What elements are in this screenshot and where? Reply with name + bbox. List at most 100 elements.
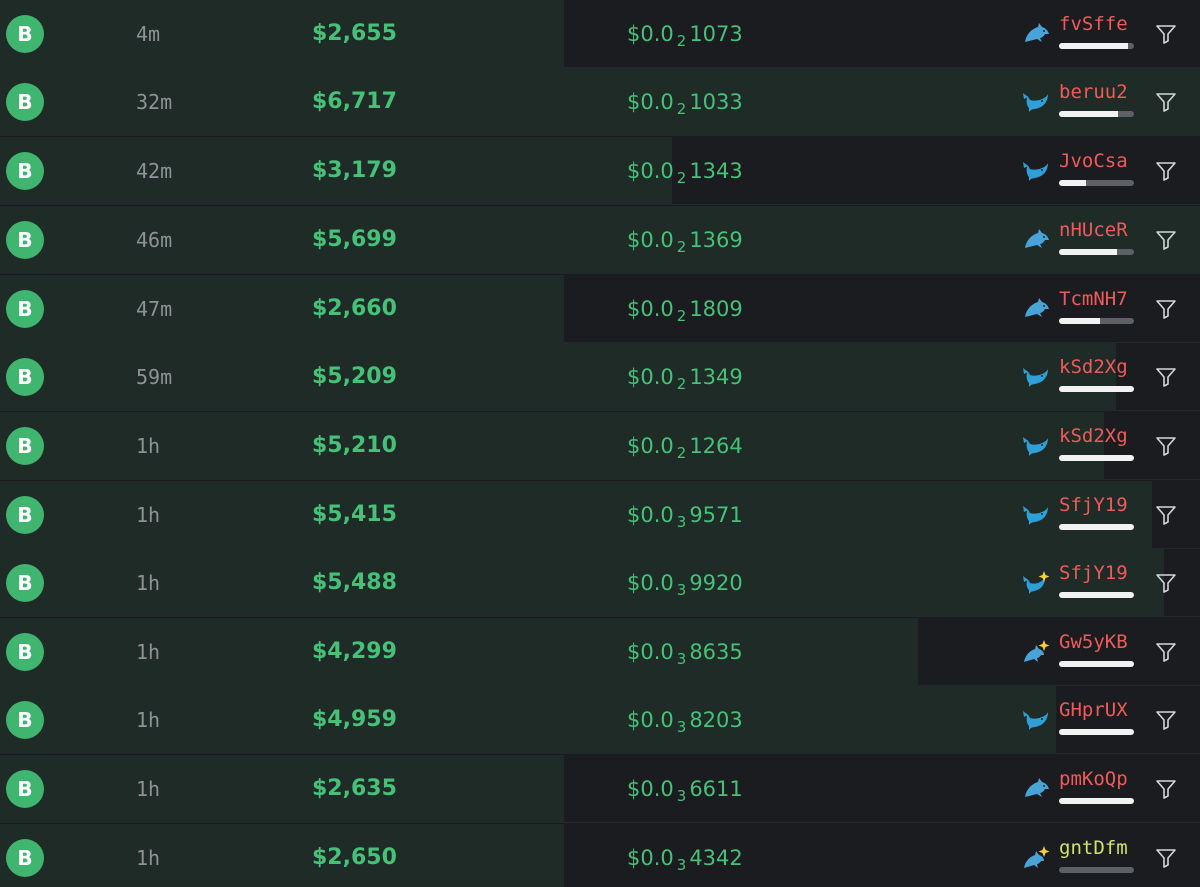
- row-divider: [0, 135, 1200, 136]
- sparkle-whale-icon: [1022, 571, 1050, 595]
- row-divider: [0, 204, 1200, 205]
- filter-icon[interactable]: [1155, 160, 1177, 182]
- maker-holding-meter: [1059, 798, 1134, 804]
- maker-address-link[interactable]: SfjY19: [1059, 562, 1128, 584]
- row-divider: [0, 753, 1200, 754]
- maker-address-link[interactable]: pmKoQp: [1059, 768, 1128, 790]
- filter-icon[interactable]: [1155, 641, 1177, 663]
- table-row[interactable]: B 1h $5,210 $0.0 2 1264 kSd2Xg: [0, 412, 1200, 480]
- token-price: $0.0 2 1343: [627, 137, 743, 205]
- filter-icon[interactable]: [1155, 366, 1177, 388]
- filter-icon[interactable]: [1155, 572, 1177, 594]
- price-zero-count: 2: [676, 100, 687, 118]
- maker-address-link[interactable]: Gw5yKB: [1059, 631, 1128, 653]
- token-price: $0.0 3 8635: [627, 618, 743, 686]
- token-price: $0.0 2 1073: [627, 0, 743, 68]
- trades-table: B 4m $2,655 $0.0 2 1073 fvSffe B 32m $6,717 $0.0 2 1…: [0, 0, 1200, 887]
- table-row[interactable]: B 1h $5,488 $0.0 3 9920 SfjY19: [0, 549, 1200, 617]
- buy-badge: B: [6, 221, 44, 259]
- maker-holding-meter: [1059, 180, 1134, 186]
- whale-icon: [1022, 365, 1050, 389]
- volume-bar: [0, 68, 1200, 136]
- buy-badge: B: [6, 427, 44, 465]
- trade-age: 32m: [136, 90, 173, 114]
- filter-icon[interactable]: [1155, 298, 1177, 320]
- volume-bar: [0, 549, 1164, 617]
- maker-holding-meter: [1059, 318, 1134, 324]
- whale-icon: [1022, 708, 1050, 732]
- filter-icon[interactable]: [1155, 778, 1177, 800]
- row-divider: [0, 273, 1200, 274]
- trade-value-usd: $4,959: [312, 707, 397, 732]
- table-row[interactable]: B 46m $5,699 $0.0 2 1369 nHUceR: [0, 206, 1200, 274]
- dolphin-icon: [1022, 22, 1050, 46]
- price-digits: 1369: [689, 228, 743, 252]
- maker-holding-meter-fill: [1059, 661, 1134, 667]
- filter-icon[interactable]: [1155, 91, 1177, 113]
- maker-holding-meter-fill: [1059, 524, 1134, 530]
- table-row[interactable]: B 32m $6,717 $0.0 2 1033 beruu2: [0, 68, 1200, 136]
- maker-address-link[interactable]: nHUceR: [1059, 219, 1128, 241]
- maker-address-link[interactable]: beruu2: [1059, 81, 1128, 103]
- filter-icon[interactable]: [1155, 23, 1177, 45]
- filter-icon[interactable]: [1155, 709, 1177, 731]
- maker-address-link[interactable]: kSd2Xg: [1059, 425, 1128, 447]
- price-zero-count: 3: [676, 513, 687, 531]
- trade-value-usd: $2,635: [312, 776, 397, 801]
- price-zero-count: 2: [676, 444, 687, 462]
- table-row[interactable]: B 1h $4,299 $0.0 3 8635 Gw5yKB: [0, 618, 1200, 686]
- price-digits: 6611: [689, 777, 743, 801]
- volume-bar: [0, 275, 564, 343]
- maker-holding-meter-fill: [1059, 386, 1134, 392]
- token-price: $0.0 3 4342: [627, 824, 743, 887]
- trade-age: 1h: [136, 503, 161, 527]
- token-price: $0.0 3 6611: [627, 755, 743, 823]
- price-zero-count: 2: [676, 238, 687, 256]
- whale-icon: [1022, 90, 1050, 114]
- row-divider: [0, 479, 1200, 480]
- buy-badge: B: [6, 564, 44, 602]
- filter-icon[interactable]: [1155, 229, 1177, 251]
- trade-value-usd: $5,210: [312, 433, 397, 458]
- trade-age: 47m: [136, 297, 173, 321]
- price-digits: 1033: [689, 90, 743, 114]
- trade-value-usd: $3,179: [312, 158, 397, 183]
- price-prefix: $0.0: [627, 228, 674, 252]
- table-row[interactable]: B 1h $5,415 $0.0 3 9571 SfjY19: [0, 481, 1200, 549]
- trade-age: 1h: [136, 846, 161, 870]
- trade-value-usd: $4,299: [312, 639, 397, 664]
- filter-icon[interactable]: [1155, 847, 1177, 869]
- table-row[interactable]: B 47m $2,660 $0.0 2 1809 TcmNH7: [0, 275, 1200, 343]
- table-row[interactable]: B 1h $4,959 $0.0 3 8203 GHprUX: [0, 686, 1200, 754]
- maker-address-link[interactable]: JvoCsa: [1059, 150, 1128, 172]
- table-row[interactable]: B 42m $3,179 $0.0 2 1343 JvoCsa: [0, 137, 1200, 205]
- token-price: $0.0 3 8203: [627, 686, 743, 754]
- trade-age: 1h: [136, 708, 161, 732]
- maker-address-link[interactable]: SfjY19: [1059, 494, 1128, 516]
- maker-address-link[interactable]: GHprUX: [1059, 699, 1128, 721]
- trade-value-usd: $5,699: [312, 227, 397, 252]
- price-zero-count: 2: [676, 375, 687, 393]
- price-prefix: $0.0: [627, 571, 674, 595]
- table-row[interactable]: B 4m $2,655 $0.0 2 1073 fvSffe: [0, 0, 1200, 68]
- token-price: $0.0 2 1369: [627, 206, 743, 274]
- dolphin-icon: [1022, 777, 1050, 801]
- filter-icon[interactable]: [1155, 504, 1177, 526]
- table-row[interactable]: B 1h $2,650 $0.0 3 4342 gntDfm: [0, 824, 1200, 887]
- price-prefix: $0.0: [627, 434, 674, 458]
- table-row[interactable]: B 1h $2,635 $0.0 3 6611 pmKoQp: [0, 755, 1200, 823]
- volume-bar: [0, 755, 564, 823]
- price-prefix: $0.0: [627, 90, 674, 114]
- table-row[interactable]: B 59m $5,209 $0.0 2 1349 kSd2Xg: [0, 343, 1200, 411]
- maker-address-link[interactable]: gntDfm: [1059, 837, 1128, 859]
- trade-age: 1h: [136, 777, 161, 801]
- price-zero-count: 3: [676, 856, 687, 874]
- trade-value-usd: $2,650: [312, 845, 397, 870]
- maker-holding-meter: [1059, 43, 1134, 49]
- maker-address-link[interactable]: kSd2Xg: [1059, 356, 1128, 378]
- filter-icon[interactable]: [1155, 435, 1177, 457]
- maker-holding-meter: [1059, 661, 1134, 667]
- maker-address-link[interactable]: TcmNH7: [1059, 288, 1128, 310]
- maker-address-link[interactable]: fvSffe: [1059, 13, 1128, 35]
- maker-holding-meter: [1059, 867, 1134, 873]
